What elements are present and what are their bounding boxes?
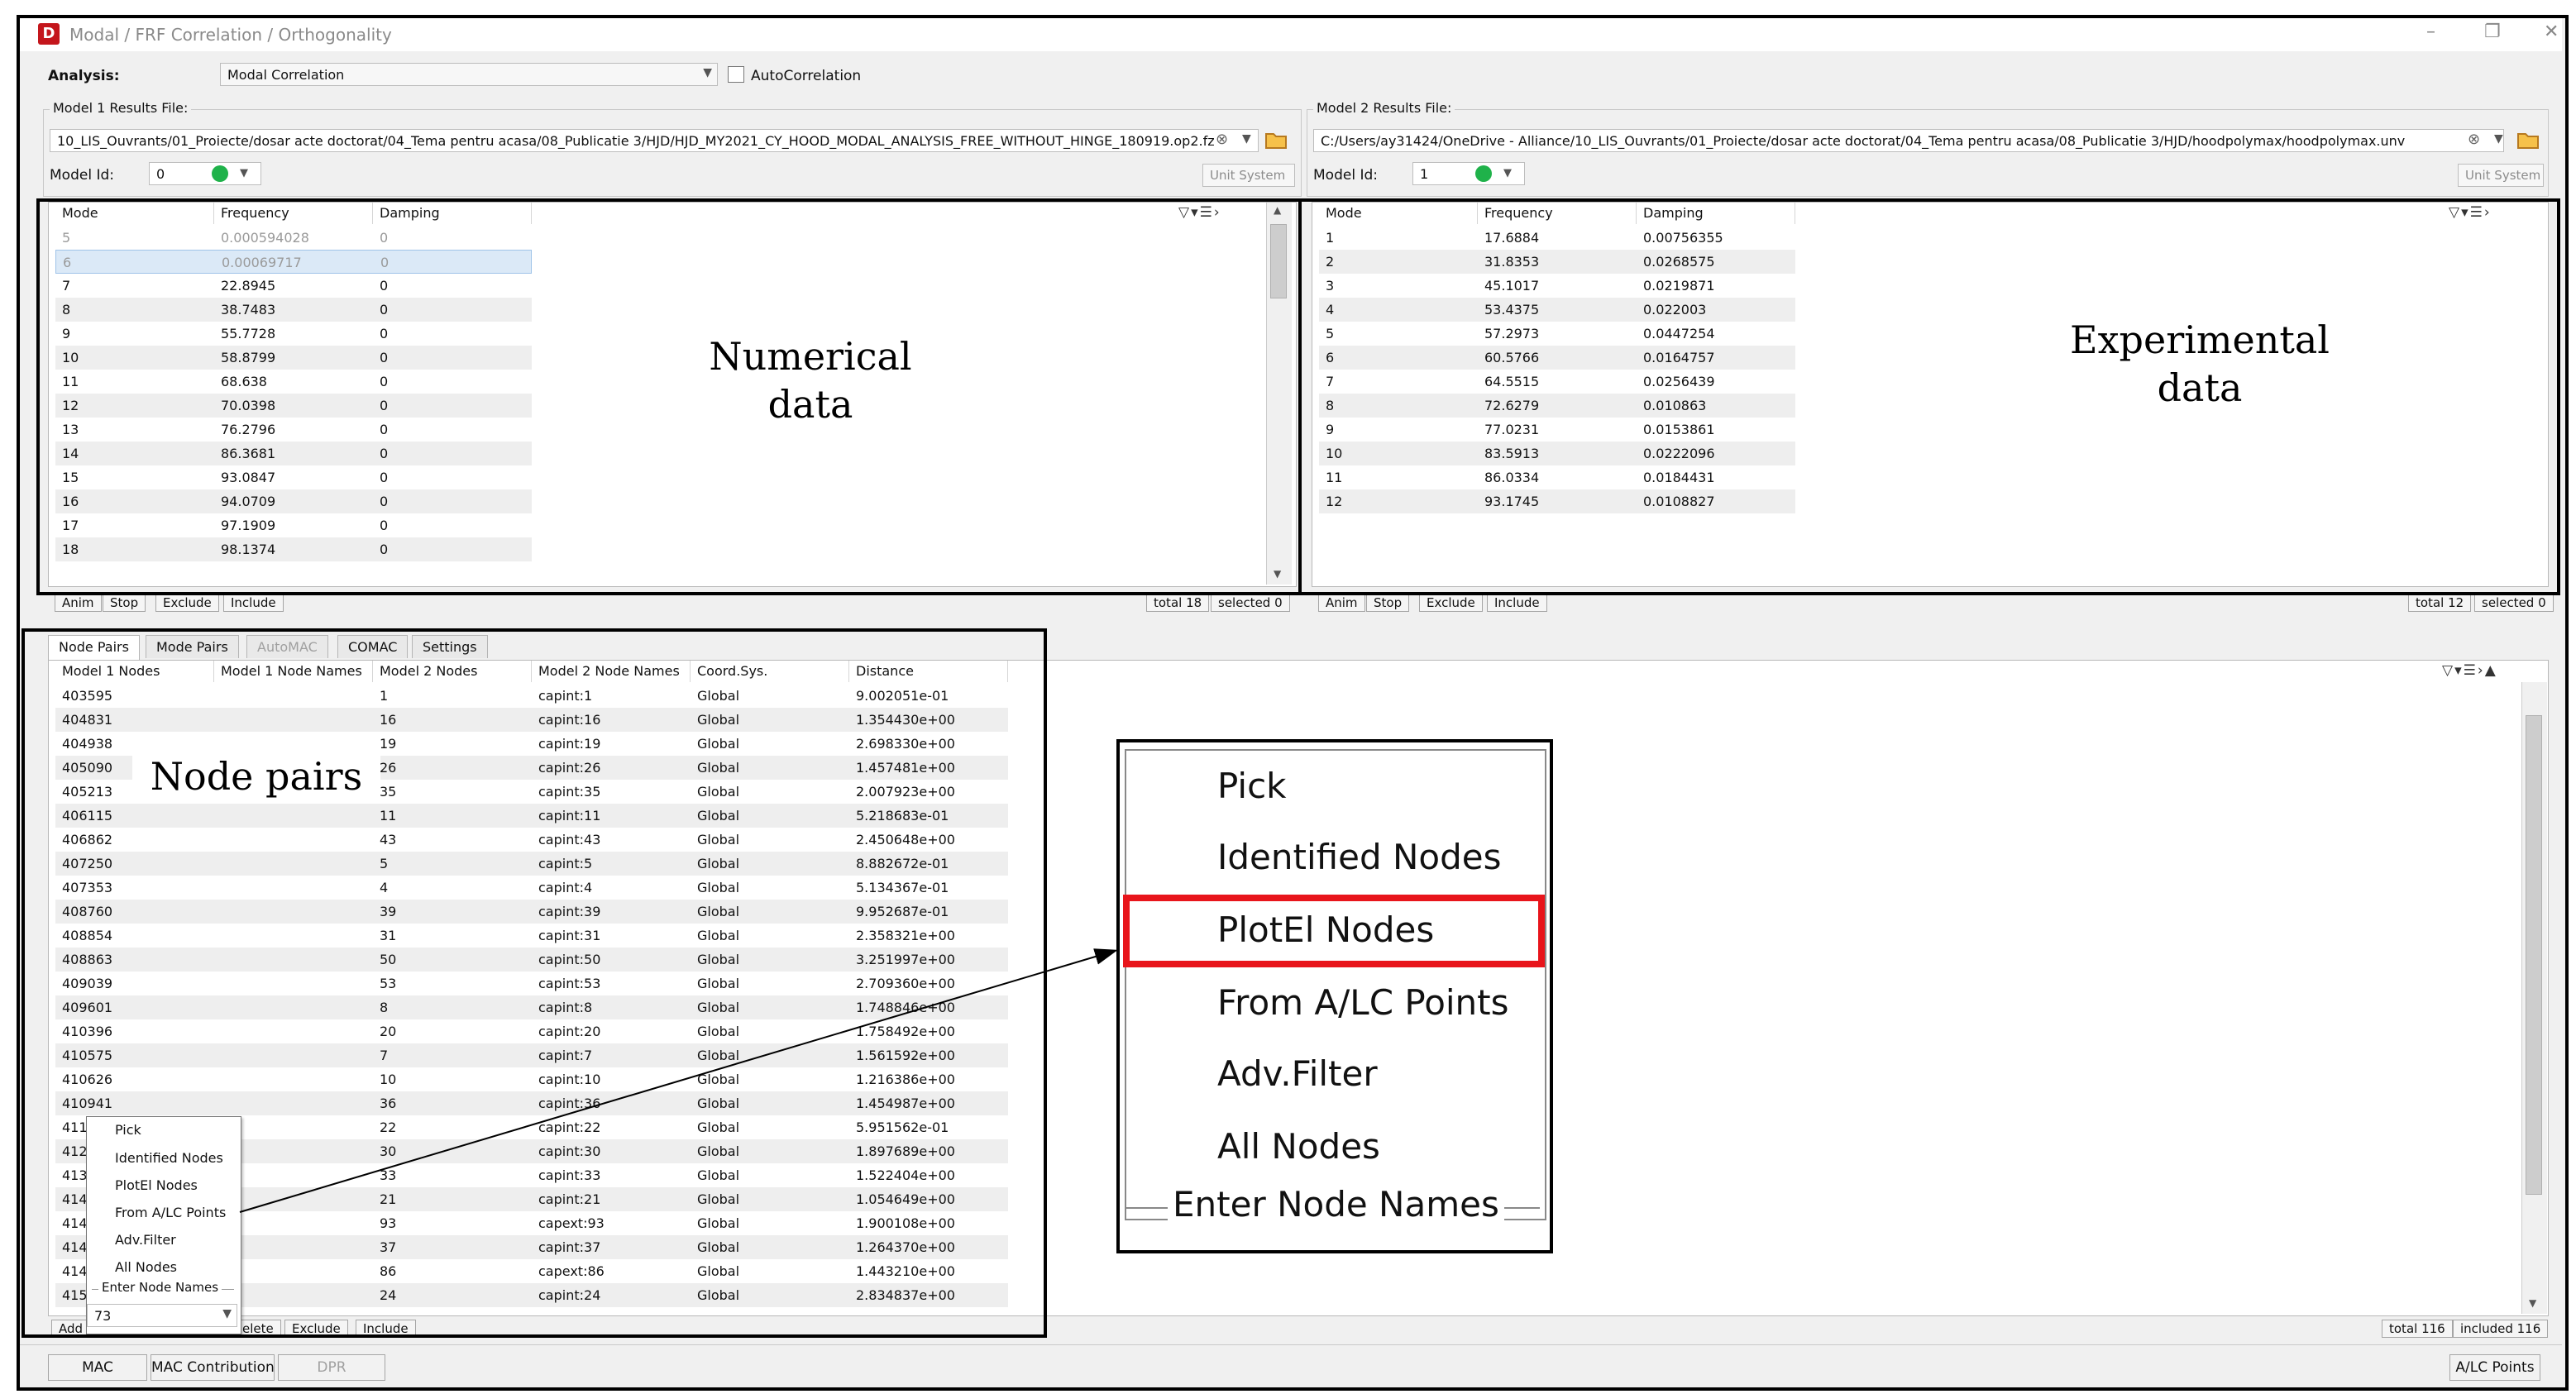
dpr-button[interactable]: DPR (278, 1354, 385, 1381)
experimental-data-label: Experimental data (2070, 317, 2330, 410)
mac-button[interactable]: MAC (48, 1354, 147, 1381)
node-pairs-annotation-box (22, 628, 1047, 1338)
alc-points-button[interactable]: A/LC Points (2449, 1354, 2540, 1381)
node-pairs-label: Node pairs (132, 752, 380, 800)
mac-contribution-button[interactable]: MAC Contribution (151, 1354, 275, 1381)
bottom-bar (20, 1344, 2562, 1385)
numerical-data-label: Numerical data (709, 334, 912, 427)
